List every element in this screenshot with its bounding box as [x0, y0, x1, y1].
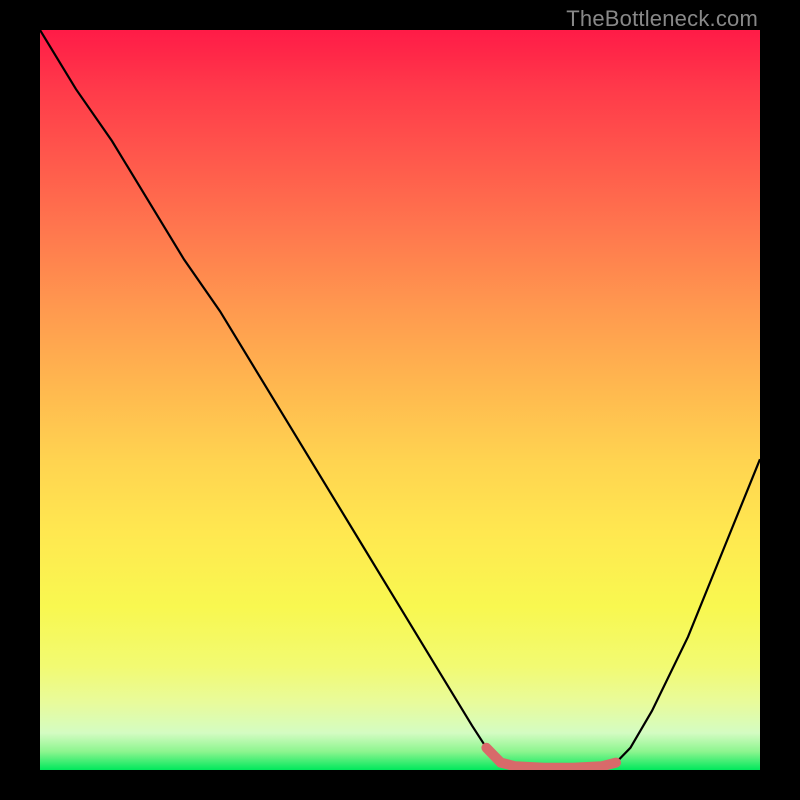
- curve-layer: [40, 30, 760, 770]
- watermark-text: TheBottleneck.com: [566, 6, 758, 32]
- chart-container: TheBottleneck.com: [0, 0, 800, 800]
- main-curve: [40, 30, 760, 768]
- highlight-curve: [486, 748, 616, 768]
- plot-area: [40, 30, 760, 770]
